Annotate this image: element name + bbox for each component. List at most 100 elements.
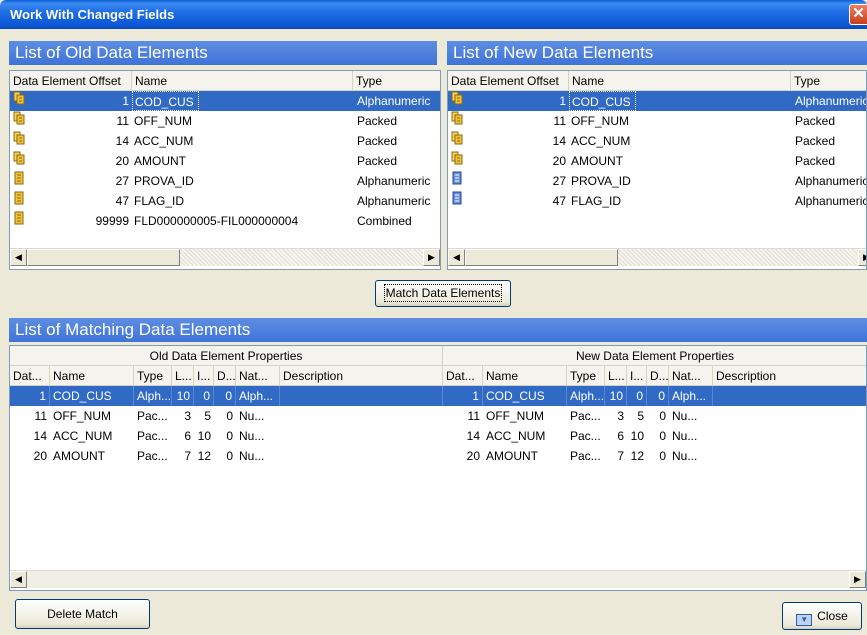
list-item[interactable]: 20 AMOUNT Packed <box>448 151 866 171</box>
cell-length: 3 <box>184 409 191 423</box>
col-decimal[interactable]: D... <box>647 366 669 386</box>
element-name: ACC_NUM <box>571 134 631 148</box>
list-item[interactable]: 99999 FLD000000005-FIL000000004 Combined <box>10 211 440 231</box>
cell-offset: 14 <box>33 429 47 443</box>
scroll-thumb[interactable] <box>465 249 618 266</box>
element-offset: 47 <box>552 194 566 208</box>
list-item[interactable]: 14 ACC_NUM Packed <box>10 131 440 151</box>
table-row[interactable]: 11 OFF_NUM Pac... 3 5 0 Nu... 11 OFF_NUM Pac... 3 5… <box>10 406 866 426</box>
delete-match-button[interactable]: Delete Match <box>15 599 150 629</box>
cell-name: OFF_NUM <box>486 409 544 423</box>
scroll-left-arrow-icon[interactable]: ◀ <box>448 249 465 266</box>
col-integer[interactable]: I... <box>194 366 214 386</box>
col-name[interactable]: Name <box>132 71 353 91</box>
col-type[interactable]: Type <box>353 71 440 91</box>
list-item[interactable]: 20 AMOUNT Packed <box>10 151 440 171</box>
cell-decimal: 0 <box>214 386 236 406</box>
multi-field-icon <box>451 91 463 111</box>
cell-name: OFF_NUM <box>53 409 111 423</box>
col-type[interactable]: Type <box>567 366 605 386</box>
col-name[interactable]: Name <box>483 366 567 386</box>
multi-field-icon <box>451 131 463 151</box>
element-offset: 20 <box>552 154 566 168</box>
col-decimal[interactable]: D... <box>214 366 236 386</box>
cell-type: Pac... <box>570 449 601 463</box>
col-offset[interactable]: Data Element Offset <box>448 71 569 91</box>
cell-description <box>280 386 443 406</box>
old-properties-group-header: Old Data Element Properties <box>10 346 443 366</box>
cell-offset: 11 <box>34 409 47 423</box>
list-item[interactable]: 14 ACC_NUM Packed <box>448 131 866 151</box>
cell-nature: Nu... <box>239 429 265 443</box>
cell-name: ACC_NUM <box>53 429 113 443</box>
col-name[interactable]: Name <box>50 366 134 386</box>
match-button-label: Match Data Elements <box>383 284 503 302</box>
col-type[interactable]: Type <box>791 71 866 91</box>
window-close-button[interactable]: ✕ <box>849 4 867 25</box>
element-type: Alphanumeric <box>357 174 431 188</box>
old-list-hscrollbar[interactable]: ◀ ▶ <box>10 248 440 266</box>
scroll-thumb[interactable] <box>27 249 180 266</box>
col-description[interactable]: Description <box>280 366 443 386</box>
field-icon <box>13 211 25 231</box>
table-row[interactable]: 14 ACC_NUM Pac... 6 10 0 Nu... 14 ACC_NUM Pac... 6… <box>10 426 866 446</box>
col-type[interactable]: Type <box>134 366 172 386</box>
element-type: Packed <box>795 154 836 168</box>
match-data-elements-button[interactable]: Match Data Elements <box>375 280 511 307</box>
new-data-elements-list[interactable]: Data Element Offset Name Type 1 COD_CUS Al… <box>447 70 867 270</box>
element-type: Alphanumeric <box>795 174 867 188</box>
cell-type: Pac... <box>570 429 601 443</box>
close-button[interactable]: ▼ Close <box>782 602 862 630</box>
col-offset[interactable]: Dat... <box>10 366 50 386</box>
cell-length: 6 <box>617 429 624 443</box>
element-offset: 11 <box>116 114 129 128</box>
cell-type: Alph... <box>567 386 605 406</box>
list-item[interactable]: 47 FLAG_ID Alphanumeric <box>10 191 440 211</box>
col-nature[interactable]: Nat... <box>669 366 713 386</box>
element-name: COD_CUS <box>569 91 636 111</box>
cell-offset: 20 <box>33 449 47 463</box>
element-type: Alphanumeric <box>357 94 431 108</box>
element-offset: 99999 <box>95 214 129 228</box>
cell-decimal: 0 <box>659 409 666 423</box>
element-type: Packed <box>357 154 398 168</box>
cell-nature: Alph... <box>236 386 280 406</box>
list-item[interactable]: 1 COD_CUS Alphanumeric <box>10 91 440 111</box>
list-item[interactable]: 11 OFF_NUM Packed <box>448 111 866 131</box>
col-length[interactable]: L... <box>172 366 194 386</box>
matching-hscrollbar[interactable]: ◀ ▶ <box>10 570 866 588</box>
old-data-elements-list[interactable]: Data Element Offset Name Type 1 COD_CUS Al… <box>9 70 441 270</box>
element-offset: 1 <box>559 94 566 108</box>
scroll-right-arrow-icon[interactable]: ▶ <box>849 571 866 588</box>
element-offset: 14 <box>552 134 566 148</box>
col-length[interactable]: L... <box>605 366 627 386</box>
cell-description <box>713 426 866 446</box>
list-item[interactable]: 1 COD_CUS Alphanumeric <box>448 91 866 111</box>
cell-offset: 11 <box>467 409 480 423</box>
cell-length: 6 <box>184 429 191 443</box>
title-bar: Work With Changed Fields ✕ <box>0 0 867 29</box>
matching-data-elements-list[interactable]: Old Data Element Properties New Data Ele… <box>9 345 867 591</box>
table-row[interactable]: 20 AMOUNT Pac... 7 12 0 Nu... 20 AMOUNT Pac... 7 12… <box>10 446 866 466</box>
table-row[interactable]: 1 COD_CUS Alph... 10 0 0 Alph... 1 COD_CUS Alph..… <box>10 386 866 406</box>
new-list-hscrollbar[interactable]: ◀ ▶ <box>448 248 866 266</box>
list-item[interactable]: 47 FLAG_ID Alphanumeric <box>448 191 866 211</box>
col-name[interactable]: Name <box>569 71 791 91</box>
col-offset[interactable]: Data Element Offset <box>10 71 132 91</box>
col-nature[interactable]: Nat... <box>236 366 280 386</box>
col-offset[interactable]: Dat... <box>443 366 483 386</box>
matching-column-header: Dat... Name Type L... I... D... Nat... Descript… <box>10 366 866 386</box>
cell-length: 7 <box>184 449 191 463</box>
list-item[interactable]: 27 PROVA_ID Alphanumeric <box>10 171 440 191</box>
blue-field-icon <box>451 171 463 191</box>
cell-integer: 5 <box>204 409 211 423</box>
list-item[interactable]: 27 PROVA_ID Alphanumeric <box>448 171 866 191</box>
cell-offset: 1 <box>443 386 483 406</box>
col-integer[interactable]: I... <box>627 366 647 386</box>
col-description[interactable]: Description <box>713 366 866 386</box>
scroll-right-arrow-icon[interactable]: ▶ <box>858 249 866 266</box>
scroll-right-arrow-icon[interactable]: ▶ <box>423 249 440 266</box>
scroll-left-arrow-icon[interactable]: ◀ <box>10 249 27 266</box>
list-item[interactable]: 11 OFF_NUM Packed <box>10 111 440 131</box>
scroll-left-arrow-icon[interactable]: ◀ <box>10 571 27 588</box>
